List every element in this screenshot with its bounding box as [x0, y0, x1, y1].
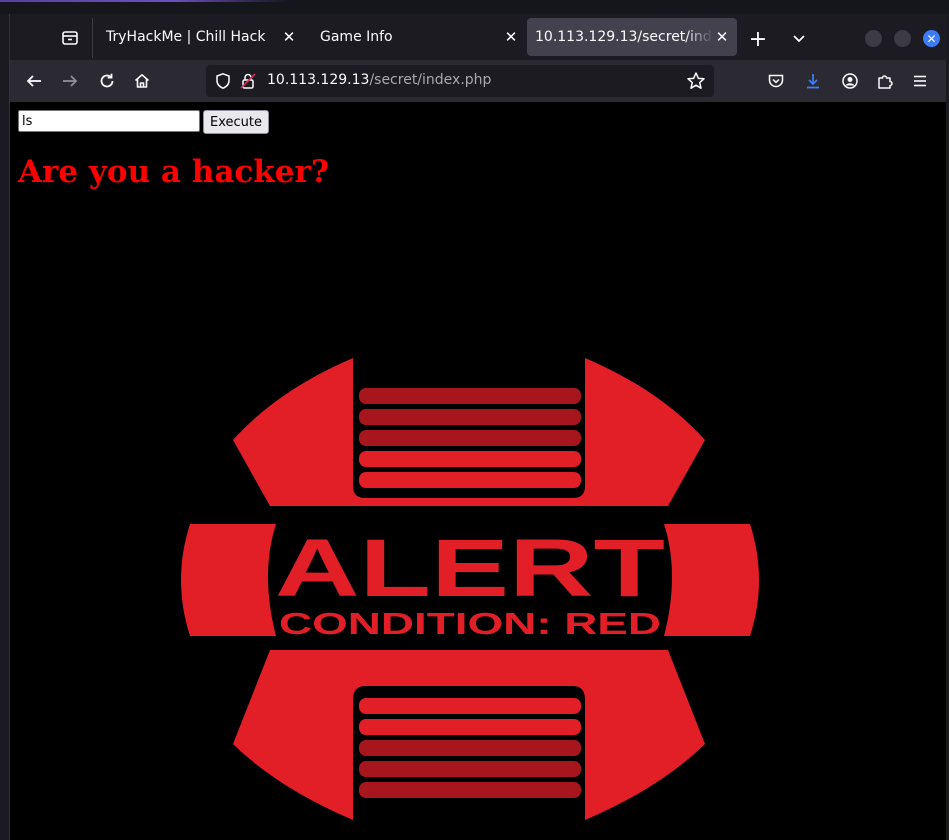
pocket-icon[interactable] [765, 70, 787, 92]
close-tab-icon[interactable]: ✕ [713, 28, 731, 46]
extensions-puzzle-icon[interactable] [874, 70, 896, 92]
desktop-top-bar [0, 0, 949, 14]
navigation-toolbar: 10.113.129.13/secret/index.php [10, 60, 946, 102]
alert-subtitle-text: CONDITION: RED [279, 606, 661, 641]
back-arrow-icon[interactable] [23, 70, 45, 92]
menu-hamburger-icon[interactable] [909, 70, 931, 92]
tab-title: TryHackMe | Chill Hack [106, 29, 266, 45]
insecure-lock-icon[interactable] [239, 72, 257, 90]
alert-title-text: ALERT [275, 523, 665, 614]
tracking-protection-shield-icon[interactable] [214, 72, 232, 90]
maximize-window-button[interactable] [894, 30, 911, 47]
tab-title: 10.113.129.13/secret/index.php [535, 29, 713, 45]
alert-middle-band-right [664, 524, 759, 636]
tab-title: Game Info [320, 29, 393, 45]
alert-middle-band [181, 524, 276, 636]
command-input[interactable] [18, 110, 200, 132]
url-host: 10.113.129.13 [267, 72, 370, 88]
alert-top-bars [359, 388, 581, 488]
account-icon[interactable] [839, 70, 861, 92]
tab-chill-hack[interactable]: TryHackMe | Chill Hack ✕ [94, 18, 304, 56]
tab-secret-index[interactable]: 10.113.129.13/secret/index.php ✕ [527, 18, 737, 56]
minimize-window-button[interactable] [865, 30, 882, 47]
desktop-accent-line [0, 0, 290, 2]
forward-arrow-icon[interactable] [59, 70, 81, 92]
close-tab-icon[interactable]: ✕ [280, 28, 298, 46]
page-content: Execute Are you a hacker? ALERT CONDITIO… [10, 102, 946, 840]
downloads-icon[interactable] [802, 70, 824, 92]
execute-button[interactable]: Execute [203, 110, 269, 134]
tab-game-info[interactable]: Game Info ✕ [308, 18, 526, 56]
alert-condition-red-image: ALERT CONDITION: RED [181, 358, 759, 820]
url-path: /secret/index.php [369, 72, 492, 88]
browser-window: TryHackMe | Chill Hack ✕ Game Info ✕ 10.… [9, 14, 946, 840]
page-headline: Are you a hacker? [18, 154, 329, 190]
reload-icon[interactable] [96, 70, 118, 92]
url-text[interactable]: 10.113.129.13/secret/index.php [267, 72, 491, 88]
home-icon[interactable] [131, 70, 153, 92]
new-tab-plus-icon[interactable]: + [747, 27, 769, 52]
close-window-button[interactable]: ✕ [923, 30, 940, 47]
alert-bottom-bars [359, 698, 581, 798]
firefox-view-button[interactable] [58, 26, 82, 50]
tab-bar: TryHackMe | Chill Hack ✕ Game Info ✕ 10.… [10, 14, 946, 60]
tab-separator [92, 18, 93, 58]
firefox-view-icon [62, 31, 78, 45]
list-all-tabs-chevron-icon[interactable] [788, 28, 810, 50]
close-tab-icon[interactable]: ✕ [502, 28, 520, 46]
bookmark-star-icon[interactable] [686, 71, 706, 91]
address-bar[interactable]: 10.113.129.13/secret/index.php [206, 65, 714, 97]
